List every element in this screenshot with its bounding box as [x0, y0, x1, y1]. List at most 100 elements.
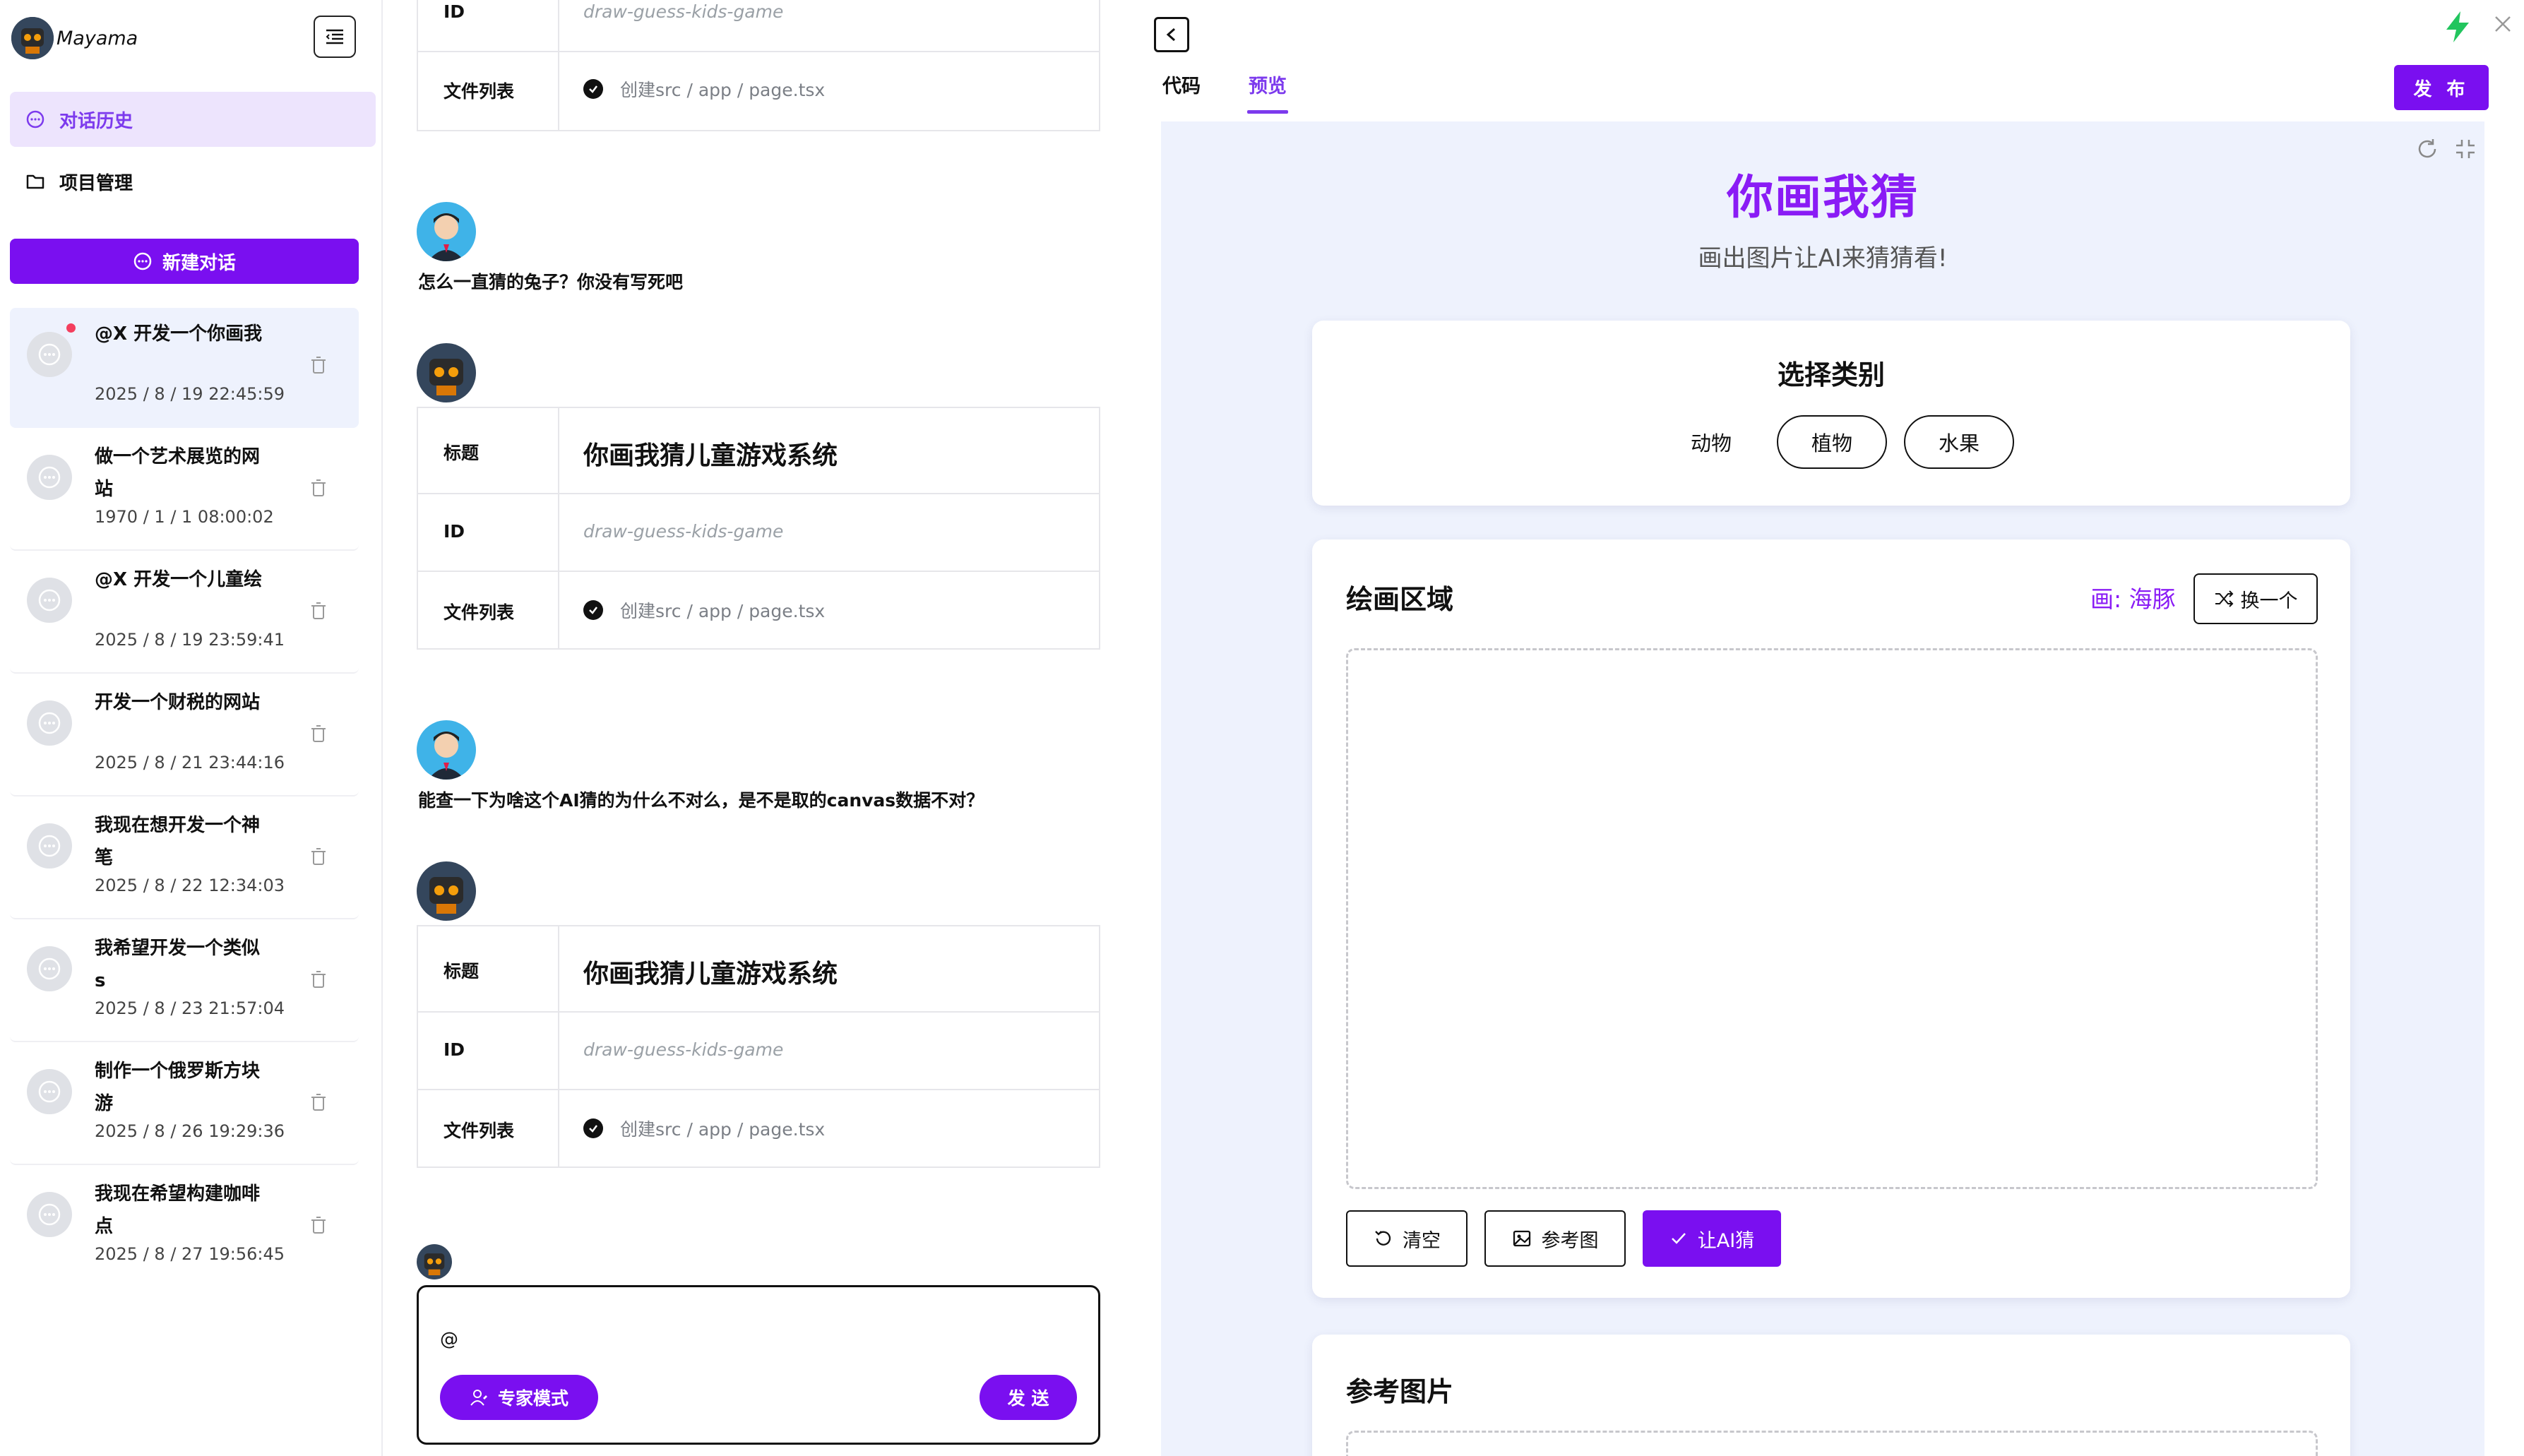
publish-button[interactable]: 发 布	[2394, 65, 2489, 110]
category-title: 选择类别	[1777, 359, 1885, 390]
nav-item-project-management[interactable]: 项目管理	[10, 154, 376, 209]
category-plant[interactable]: 植物	[1777, 415, 1887, 469]
row-key: 文件列表	[444, 1121, 515, 1141]
active-tab-indicator	[1247, 110, 1288, 114]
trash-icon	[311, 1217, 326, 1234]
card-row-id: ID draw-guess-kids-game	[418, 1011, 1099, 1090]
clear-button[interactable]: 清空	[1346, 1210, 1468, 1267]
swap-word-button[interactable]: 换一个	[2193, 573, 2318, 624]
history-title: @X 开发一个你画我	[95, 323, 263, 345]
drawing-canvas[interactable]	[1346, 648, 2318, 1189]
project-title: 你画我猜儿童游戏系统	[583, 960, 838, 989]
check-icon	[583, 600, 603, 620]
delete-button[interactable]	[309, 356, 328, 376]
send-button[interactable]: 发 送	[980, 1375, 1077, 1420]
bot-avatar	[417, 343, 476, 402]
delete-button[interactable]	[309, 970, 328, 990]
check-icon	[1671, 1233, 1686, 1244]
delete-button[interactable]	[309, 847, 328, 867]
history-time: 2025 / 8 / 19 23:59:41	[95, 630, 285, 650]
user-message: 能查一下为啥这个AI猜的为什么不对么，是不是取的canvas数据不对？	[418, 790, 984, 811]
brand-name: Mayama	[56, 27, 138, 49]
row-key: 标题	[444, 443, 480, 463]
row-key: 标题	[444, 961, 480, 981]
fullscreen-button[interactable]	[2453, 137, 2477, 161]
brand-logo-icon	[11, 17, 54, 59]
nav-item-chat-history[interactable]: 对话历史	[10, 92, 376, 147]
file-path: 创建src / app / page.tsx	[620, 1119, 826, 1140]
file-entry[interactable]: 创建src / app / page.tsx	[583, 1116, 825, 1141]
history-title: 开发一个财税的网站	[95, 692, 261, 713]
delete-button[interactable]	[309, 479, 328, 499]
new-chat-button[interactable]: 新建对话	[10, 239, 359, 284]
close-button[interactable]	[2493, 14, 2513, 34]
user-message: 怎么一直猜的兔子？你没有写死吧	[418, 272, 684, 292]
history-title: 做一个艺术展览的网站	[95, 446, 261, 500]
tab-preview[interactable]: 预览	[1249, 71, 1287, 98]
refresh-button[interactable]	[2415, 137, 2439, 161]
history-title: @X 开发一个儿童绘	[95, 569, 263, 590]
history-title: 我希望开发一个类似s	[95, 938, 261, 991]
file-path: 创建src / app / page.tsx	[620, 80, 826, 100]
drawing-section-title: 绘画区域	[1346, 584, 1454, 615]
history-title: 我现在想开发一个神笔	[95, 815, 261, 869]
draw-target-word: 画: 海豚	[2090, 585, 2176, 613]
history-time: 2025 / 8 / 23 21:57:04	[95, 998, 285, 1018]
history-item[interactable]: 开发一个财税的网站 2025 / 8 / 21 23:44:16	[10, 676, 359, 796]
reference-image-button[interactable]: 参考图	[1484, 1210, 1626, 1267]
reference-section-title: 参考图片	[1346, 1376, 1454, 1407]
nav-item-label: 对话历史	[59, 110, 133, 132]
trash-icon	[311, 357, 326, 374]
preview-panel: 代码 预览 发 布 你画我猜 画出图片让AI来猜猜看! 选择类别 动物 植物 水…	[1134, 0, 2524, 1456]
message-input[interactable]	[439, 1321, 1063, 1358]
collapse-panel-button[interactable]	[1154, 17, 1189, 52]
card-row-title: 标题 你画我猜儿童游戏系统	[418, 926, 1099, 1011]
reference-dropzone[interactable]	[1346, 1431, 2318, 1456]
delete-button[interactable]	[309, 1216, 328, 1236]
send-label: 发 送	[1007, 1388, 1049, 1409]
history-item[interactable]: 我现在希望构建咖啡点 2025 / 8 / 27 19:56:45	[10, 1168, 359, 1288]
project-title: 你画我猜儿童游戏系统	[583, 441, 838, 470]
delete-button[interactable]	[309, 724, 328, 744]
project-id: draw-guess-kids-game	[583, 521, 784, 542]
close-icon	[2495, 16, 2511, 32]
delete-button[interactable]	[309, 602, 328, 621]
history-time: 2025 / 8 / 19 22:45:59	[95, 384, 285, 404]
tab-code[interactable]: 代码	[1162, 71, 1201, 98]
trash-icon	[311, 971, 326, 988]
user-avatar	[417, 720, 476, 780]
message-composer: 专家模式 发 送	[417, 1285, 1100, 1445]
expert-mode-button[interactable]: 专家模式	[440, 1375, 598, 1420]
category-fruit[interactable]: 水果	[1904, 415, 2014, 469]
game-title: 你画我猜	[1727, 170, 1919, 225]
menu-fold-icon	[326, 29, 343, 44]
history-time: 2025 / 8 / 22 12:34:03	[95, 876, 285, 895]
preview-frame: 你画我猜 画出图片让AI来猜猜看! 选择类别 动物 植物 水果 绘画区域 画: …	[1161, 121, 2484, 1456]
history-item[interactable]: @X 开发一个儿童绘 2025 / 8 / 19 23:59:41	[10, 554, 359, 674]
user-avatar	[417, 202, 476, 261]
project-card: ID draw-guess-kids-game 文件列表 创建src / app…	[417, 0, 1100, 131]
nav-item-label: 项目管理	[59, 172, 133, 194]
history-item[interactable]: @X 开发一个你画我 2025 / 8 / 19 22:45:59	[10, 308, 359, 428]
unread-badge	[66, 323, 76, 333]
chat-avatar-icon	[27, 455, 72, 500]
sidebar-toggle-button[interactable]	[314, 16, 356, 58]
expert-user-icon	[470, 1390, 487, 1406]
category-animal[interactable]: 动物	[1672, 415, 1750, 469]
delete-button[interactable]	[309, 1093, 328, 1113]
history-title: 我现在希望构建咖啡点	[95, 1183, 261, 1237]
bot-avatar	[417, 861, 476, 921]
file-entry[interactable]: 创建src / app / page.tsx	[583, 597, 825, 623]
history-item[interactable]: 我希望开发一个类似s 2025 / 8 / 23 21:57:04	[10, 922, 359, 1042]
trash-icon	[311, 602, 326, 619]
chat-avatar-icon	[27, 1069, 72, 1114]
ai-guess-button[interactable]: 让AI猜	[1643, 1210, 1781, 1267]
card-row-files: 文件列表 创建src / app / page.tsx	[418, 51, 1099, 130]
history-item[interactable]: 制作一个俄罗斯方块游 2025 / 8 / 26 19:29:36	[10, 1045, 359, 1165]
file-entry[interactable]: 创建src / app / page.tsx	[583, 76, 825, 102]
drawing-panel: 绘画区域 画: 海豚 换一个 清空 参考图 让AI猜	[1312, 539, 2350, 1298]
history-item[interactable]: 做一个艺术展览的网站 1970 / 1 / 1 08:00:02	[10, 431, 359, 551]
chevron-left-icon	[1166, 28, 1175, 42]
project-id: draw-guess-kids-game	[583, 1, 784, 22]
history-item[interactable]: 我现在想开发一个神笔 2025 / 8 / 22 12:34:03	[10, 799, 359, 919]
